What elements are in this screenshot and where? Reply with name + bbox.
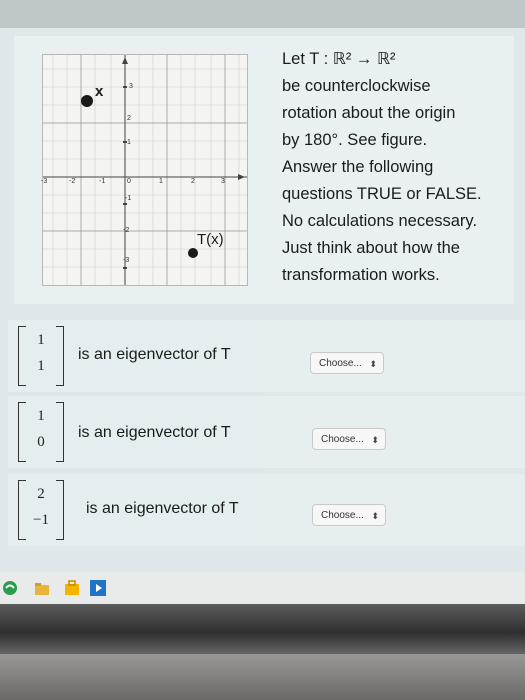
store-icon[interactable]: [64, 580, 80, 596]
vector-entry: −1: [33, 512, 49, 528]
x-tick-label: -3: [41, 178, 48, 185]
prompt-line: be counterclockwise: [282, 77, 431, 95]
prompt-line: No calculations necessary.: [282, 212, 478, 230]
vector-entry: 1: [37, 408, 45, 424]
question-label: is an eigenvector of T: [78, 346, 231, 363]
vector-entry: 1: [37, 358, 45, 374]
question-row: 2 −1 is an eigenvector of T: [8, 474, 258, 546]
y-tick-label: 3: [129, 83, 133, 90]
x-tick-label: 3: [221, 178, 225, 185]
select-value: Choose...: [321, 434, 364, 445]
prompt-line: Let T : ℝ² → ℝ²: [282, 50, 396, 68]
y-axis-tick-labels: 3 2 1 -1 -2 -3: [113, 55, 137, 285]
select-value: Choose...: [321, 510, 364, 521]
question-row: 1 1 is an eigenvector of T: [8, 320, 258, 392]
x-tick-label: -2: [69, 178, 76, 185]
vector-matrix: 2 −1: [14, 480, 68, 542]
media-player-icon[interactable]: [90, 580, 106, 596]
x-axis-tick-labels: -3 -2 -1 0 1 2 3: [41, 178, 247, 190]
question-label: is an eigenvector of T: [86, 500, 239, 517]
prompt-line: transformation works.: [282, 266, 440, 284]
answer-cell: Choose... ⬍: [258, 396, 525, 468]
select-arrows-icon: ⬍: [369, 359, 377, 369]
edge-browser-icon[interactable]: [2, 580, 18, 596]
y-tick-label: -1: [125, 195, 132, 202]
taskbar: [0, 572, 525, 604]
y-tick-label: 1: [127, 139, 131, 146]
rotation-figure: x T(x) -3 -2 -1 0 1 2 3 3 2 1 -1 -2 -3: [41, 54, 248, 286]
answer-cell: Choose... ⬍: [258, 320, 525, 392]
prompt-line: rotation about the origin: [282, 104, 456, 122]
coordinate-grid: [43, 55, 247, 285]
vector-entry: 0: [37, 434, 45, 450]
screen: x T(x) -3 -2 -1 0 1 2 3 3 2 1 -1 -2 -3 L…: [0, 0, 525, 640]
vector-entry: 1: [37, 332, 45, 348]
y-tick-label: -2: [123, 227, 130, 234]
top-bezel: [0, 0, 525, 28]
select-arrows-icon: ⬍: [371, 511, 379, 521]
x-tick-label: 1: [159, 178, 163, 185]
x-tick-label: 2: [191, 178, 195, 185]
prompt-line: questions TRUE or FALSE.: [282, 185, 482, 203]
question-label: is an eigenvector of T: [78, 424, 231, 441]
prompt-line: Answer the following: [282, 158, 434, 176]
select-value: Choose...: [319, 358, 362, 369]
prompt-line: by 180°. See figure.: [282, 131, 428, 149]
answer-select[interactable]: Choose... ⬍: [310, 352, 384, 374]
file-explorer-icon[interactable]: [34, 580, 50, 596]
y-tick-label: -3: [123, 257, 130, 264]
answer-select[interactable]: Choose... ⬍: [312, 428, 386, 450]
question-prompt: Let T : ℝ² → ℝ² be counterclockwise rota…: [282, 46, 514, 289]
vector-matrix: 1 0: [14, 402, 68, 464]
x-point-label: x: [95, 83, 104, 100]
monitor-stand-edge: [0, 654, 525, 700]
question-row: 1 0 is an eigenvector of T: [8, 396, 258, 468]
vector-entry: 2: [37, 486, 45, 502]
y-tick-label: 2: [127, 115, 131, 122]
answer-cell: Choose... ⬍: [258, 474, 525, 546]
vector-matrix: 1 1: [14, 326, 68, 388]
answer-select[interactable]: Choose... ⬍: [312, 504, 386, 526]
x-tick-label: -1: [99, 178, 106, 185]
prompt-line: Just think about how the: [282, 239, 460, 257]
select-arrows-icon: ⬍: [371, 435, 379, 445]
tx-point-label: T(x): [197, 231, 224, 248]
